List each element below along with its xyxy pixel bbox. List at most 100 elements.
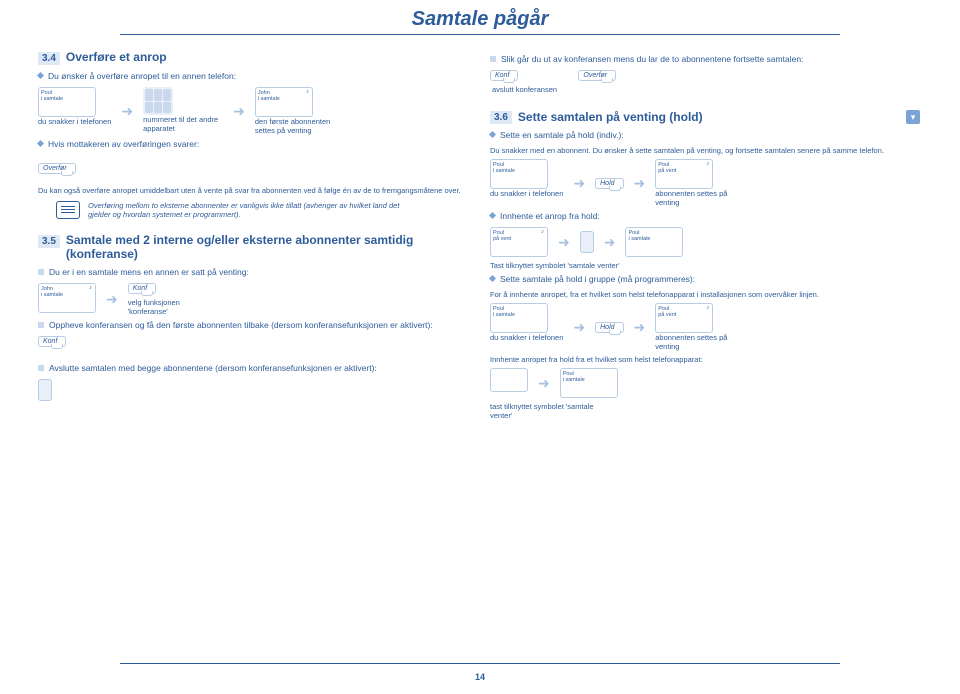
softkey-row: Overfør — [38, 163, 468, 174]
right-column: Slik går du ut av konferansen mens du la… — [490, 50, 920, 424]
arrow-icon: ➜ — [106, 291, 118, 308]
hold-indicator-icon: ♪ — [306, 89, 309, 95]
step-row: ♪ John i samtale ➜ Konf velg funksjonen … — [38, 283, 468, 316]
step-caption: du snakker i telefonen — [490, 189, 563, 198]
step-row: ♪ Poul på vent ➜ ➜ Poul i samtale — [490, 227, 920, 257]
body-text: Du kan også overføre anropet umiddelbart… — [38, 186, 468, 195]
intro-text: Slik går du ut av konferansen mens du la… — [501, 54, 803, 64]
body-text: Du snakker med en abonnent. Du ønsker å … — [490, 146, 920, 155]
phone-line: i samtale — [628, 236, 680, 242]
section-intro: Du er i en samtale mens en annen er satt… — [38, 267, 468, 277]
phone-display: ♪ John i samtale — [255, 87, 313, 117]
hold-indicator-icon: ♪ — [706, 305, 709, 311]
step-caption: du snakker i telefonen — [490, 333, 563, 342]
phone-line: på vent — [493, 236, 545, 242]
section-number: 3.4 — [38, 52, 60, 65]
body-text: Tast tilknyttet symbolet 'samtale venter… — [490, 261, 920, 270]
footer-divider — [120, 663, 840, 664]
phone-line: på vent — [658, 168, 710, 174]
sub-heading: Sette en samtale på hold (indiv.): — [490, 130, 920, 140]
phone-line: i samtale — [41, 292, 93, 298]
arrow-icon: ➜ — [573, 175, 585, 192]
square-bullet-icon — [490, 56, 496, 62]
square-bullet-icon — [38, 365, 44, 371]
phone-display: Poul i samtale — [560, 368, 618, 398]
hold-softkey[interactable]: Hold — [595, 322, 623, 333]
section-3-6-header: 3.6 Sette samtalen på venting (hold) ▾ — [490, 110, 920, 124]
handset-icon — [580, 231, 594, 253]
phone-small-icon — [490, 368, 528, 392]
body-line: Avslutte samtalen med begge abonnentene … — [38, 363, 468, 373]
keypad-icon — [143, 87, 173, 115]
phone-display: Poul i samtale — [490, 303, 548, 333]
section-number: 3.5 — [38, 235, 60, 248]
phone-display: Poul i samtale — [38, 87, 96, 117]
phone-display: ♪ Poul på vent — [490, 227, 548, 257]
diamond-bullet-icon — [489, 212, 496, 219]
hold-indicator-icon: ♪ — [541, 229, 544, 235]
softkey-row: Konf — [38, 336, 468, 347]
phone-line: i samtale — [493, 168, 545, 174]
section-title: Overføre et anrop — [66, 50, 167, 64]
conference-softkey[interactable]: Konf — [38, 336, 66, 347]
body-line: Oppheve konferansen og få den første abo… — [38, 320, 468, 330]
sub-text: Sette samtale på hold i gruppe (må progr… — [500, 274, 695, 284]
intro-text: Du er i en samtale mens en annen er satt… — [49, 267, 249, 277]
sub-text: Innhente et anrop fra hold: — [500, 211, 600, 221]
chevron-down-icon: ▾ — [906, 110, 920, 124]
body-text: Oppheve konferansen og få den første abo… — [49, 320, 433, 330]
section-title: Samtale med 2 interne og/eller eksterne … — [66, 233, 468, 261]
step-caption: du snakker i telefonen — [38, 117, 111, 126]
note-box: Overføring mellom to eksterne abonnenter… — [56, 201, 468, 219]
diamond-bullet-icon — [489, 275, 496, 282]
step-caption: den første abonnenten settes på venting — [255, 117, 335, 135]
phone-line: på vent — [658, 312, 710, 318]
phone-line: i samtale — [258, 96, 310, 102]
step-caption: abonnenten settes på venting — [655, 189, 735, 207]
section-title: Sette samtalen på venting (hold) — [518, 110, 703, 124]
body-text: Innhente anropet fra hold fra et hvilket… — [490, 355, 920, 364]
sub-heading: Sette samtale på hold i gruppe (må progr… — [490, 274, 920, 284]
arrow-icon: ➜ — [233, 103, 245, 120]
phone-line: i samtale — [41, 96, 93, 102]
step-caption: avslutt konferansen — [492, 85, 572, 94]
sub-heading: Innhente et anrop fra hold: — [490, 211, 920, 221]
phone-display: ♪ Poul på vent — [655, 303, 713, 333]
body-text: tast tilknyttet symbolet 'samtale venter… — [490, 402, 610, 420]
phone-display: Poul i samtale — [490, 159, 548, 189]
page-number: 14 — [0, 672, 960, 682]
step-caption: nummeret til det andre apparatet — [143, 115, 223, 133]
arrow-icon: ➜ — [604, 234, 616, 251]
intro-text: Du ønsker å overføre anropet til en anne… — [48, 71, 236, 81]
top-intro: Slik går du ut av konferansen mens du la… — [490, 54, 920, 64]
conference-softkey[interactable]: Konf — [490, 70, 518, 81]
title-underline — [120, 34, 840, 35]
handset-icon — [38, 379, 52, 401]
transfer-softkey[interactable]: Overfør — [38, 163, 76, 174]
arrow-icon: ➜ — [538, 375, 550, 392]
softkey-row: Konf Overfør — [490, 70, 920, 81]
transfer-softkey[interactable]: Overfør — [578, 70, 616, 81]
hold-indicator-icon: ♪ — [89, 285, 92, 291]
sub-text: Sette en samtale på hold (indiv.): — [500, 130, 624, 140]
note-text: Overføring mellom to eksterne abonnenter… — [88, 201, 408, 219]
diamond-bullet-icon — [489, 131, 496, 138]
section-number: 3.6 — [490, 111, 512, 124]
sub-text: Hvis mottakeren av overføringen svarer: — [48, 139, 199, 149]
conference-softkey[interactable]: Konf — [128, 283, 156, 294]
arrow-icon: ➜ — [573, 319, 585, 336]
step-row: Poul i samtale du snakker i telefonen ➜ … — [490, 303, 920, 351]
square-bullet-icon — [38, 322, 44, 328]
arrow-icon: ➜ — [558, 234, 570, 251]
step-row: ➜ Poul i samtale — [490, 368, 920, 398]
page-title: Samtale pågår — [0, 8, 960, 31]
square-bullet-icon — [38, 269, 44, 275]
hold-softkey[interactable]: Hold — [595, 178, 623, 189]
phone-line: i samtale — [493, 312, 545, 318]
arrow-icon: ➜ — [121, 103, 133, 120]
arrow-icon: ➜ — [634, 319, 646, 336]
diamond-bullet-icon — [37, 140, 44, 147]
step-caption: abonnenten settes på venting — [655, 333, 735, 351]
hold-indicator-icon: ♪ — [706, 161, 709, 167]
phone-display: ♪ Poul på vent — [655, 159, 713, 189]
